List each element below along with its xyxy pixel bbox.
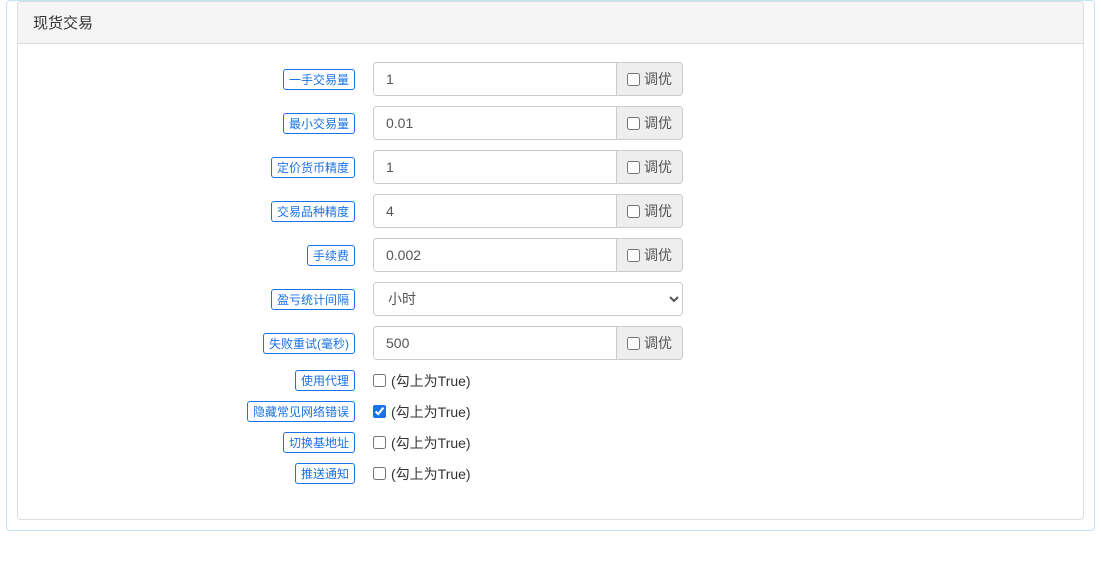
input-min-trade[interactable] xyxy=(373,106,616,140)
tune-checkbox-retry-ms[interactable] xyxy=(627,337,640,350)
tune-checkbox-symbol-precision[interactable] xyxy=(627,205,640,218)
bool-hint: (勾上为True) xyxy=(391,402,471,422)
input-lot-size[interactable] xyxy=(373,62,616,96)
label-symbol-precision: 交易品种精度 xyxy=(271,201,355,222)
panel-title: 现货交易 xyxy=(33,15,93,32)
label-quote-precision: 定价货币精度 xyxy=(271,157,355,178)
row-retry-ms: 失败重试(毫秒) 调优 xyxy=(33,326,1068,360)
input-retry-ms[interactable] xyxy=(373,326,616,360)
checkbox-push-notify[interactable] xyxy=(373,467,386,480)
tune-addon-symbol-precision: 调优 xyxy=(616,194,683,228)
input-commission[interactable] xyxy=(373,238,616,272)
label-pnl-interval: 盈亏统计间隔 xyxy=(271,289,355,310)
checkbox-use-proxy[interactable] xyxy=(373,374,386,387)
bool-hint: (勾上为True) xyxy=(391,433,471,453)
checkbox-switch-base[interactable] xyxy=(373,436,386,449)
tune-addon-min-trade: 调优 xyxy=(616,106,683,140)
row-min-trade: 最小交易量 调优 xyxy=(33,106,1068,140)
outer-container: 现货交易 一手交易量 调优 xyxy=(6,0,1095,531)
row-commission: 手续费 调优 xyxy=(33,238,1068,272)
tune-checkbox-commission[interactable] xyxy=(627,249,640,262)
input-quote-precision[interactable] xyxy=(373,150,616,184)
tune-checkbox-lot-size[interactable] xyxy=(627,73,640,86)
row-pnl-interval: 盈亏统计间隔 小时 xyxy=(33,282,1068,316)
label-commission: 手续费 xyxy=(307,245,355,266)
label-use-proxy: 使用代理 xyxy=(295,370,355,391)
checkbox-hide-net-err[interactable] xyxy=(373,405,386,418)
row-symbol-precision: 交易品种精度 调优 xyxy=(33,194,1068,228)
tune-label: 调优 xyxy=(644,69,672,89)
tune-addon-quote-precision: 调优 xyxy=(616,150,683,184)
select-pnl-interval[interactable]: 小时 xyxy=(373,282,683,316)
row-switch-base: 切换基地址 (勾上为True) xyxy=(33,432,1068,453)
bool-hint: (勾上为True) xyxy=(391,371,471,391)
row-use-proxy: 使用代理 (勾上为True) xyxy=(33,370,1068,391)
label-switch-base: 切换基地址 xyxy=(283,432,355,453)
row-push-notify: 推送通知 (勾上为True) xyxy=(33,463,1068,484)
label-retry-ms: 失败重试(毫秒) xyxy=(263,333,355,354)
row-quote-precision: 定价货币精度 调优 xyxy=(33,150,1068,184)
tune-addon-commission: 调优 xyxy=(616,238,683,272)
row-hide-net-err: 隐藏常见网络错误 (勾上为True) xyxy=(33,401,1068,422)
spot-trade-panel: 现货交易 一手交易量 调优 xyxy=(17,1,1084,520)
label-lot-size: 一手交易量 xyxy=(283,69,355,90)
panel-body: 一手交易量 调优 最小交易量 xyxy=(18,44,1083,519)
tune-addon-lot-size: 调优 xyxy=(616,62,683,96)
row-lot-size: 一手交易量 调优 xyxy=(33,62,1068,96)
label-hide-net-err: 隐藏常见网络错误 xyxy=(247,401,355,422)
input-symbol-precision[interactable] xyxy=(373,194,616,228)
tune-checkbox-min-trade[interactable] xyxy=(627,117,640,130)
tune-addon-retry-ms: 调优 xyxy=(616,326,683,360)
label-push-notify: 推送通知 xyxy=(295,463,355,484)
panel-header: 现货交易 xyxy=(18,2,1083,44)
label-min-trade: 最小交易量 xyxy=(283,113,355,134)
tune-checkbox-quote-precision[interactable] xyxy=(627,161,640,174)
bool-hint: (勾上为True) xyxy=(391,464,471,484)
